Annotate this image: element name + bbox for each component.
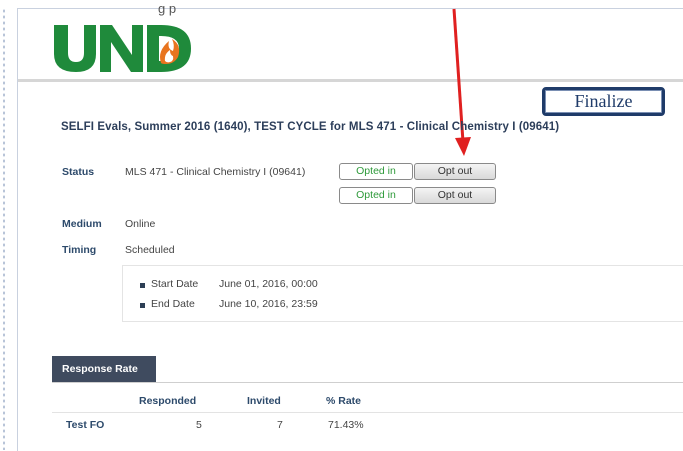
opted-in-button[interactable]: Opted in — [339, 163, 413, 180]
start-date-value: June 01, 2016, 00:00 — [219, 278, 318, 290]
opted-in-button[interactable]: Opted in — [339, 187, 413, 204]
tab-response-rate[interactable]: Response Rate — [52, 356, 156, 383]
column-header-invited: Invited — [247, 395, 281, 407]
start-date-label: Start Date — [151, 278, 199, 290]
table-cell-rate: 71.43% — [328, 419, 364, 431]
table-header-divider — [52, 412, 683, 413]
schedule-dates-box — [122, 265, 683, 322]
status-course: MLS 471 - Clinical Chemistry I (09641) — [125, 166, 306, 178]
table-cell-invited: 7 — [277, 419, 283, 431]
table-cell-responded: 5 — [196, 419, 202, 431]
column-header-responded: Responded — [139, 395, 197, 407]
bullet-icon — [140, 283, 145, 288]
header-partial-text: g p — [158, 1, 177, 16]
tab-divider — [52, 382, 683, 383]
und-logo[interactable] — [52, 19, 192, 80]
bullet-icon — [140, 303, 145, 308]
opt-out-button[interactable]: Opt out — [414, 163, 496, 180]
opt-out-button[interactable]: Opt out — [414, 187, 496, 204]
medium-value: Online — [125, 218, 156, 230]
end-date-label: End Date — [151, 298, 195, 310]
column-header-rate: % Rate — [326, 395, 362, 407]
left-margin-dots — [2, 8, 6, 450]
finalize-button[interactable]: Finalize — [542, 87, 665, 116]
status-label: Status — [62, 166, 95, 178]
timing-value: Scheduled — [125, 244, 175, 256]
medium-label: Medium — [62, 218, 102, 230]
timing-label: Timing — [62, 244, 97, 256]
end-date-value: June 10, 2016, 23:59 — [219, 298, 318, 310]
header-bar: g p — [18, 1, 683, 82]
und-logo-icon — [54, 25, 191, 72]
page-title: SELFI Evals, Summer 2016 (1640), TEST CY… — [61, 121, 560, 133]
table-row-name: Test FO — [66, 419, 105, 431]
